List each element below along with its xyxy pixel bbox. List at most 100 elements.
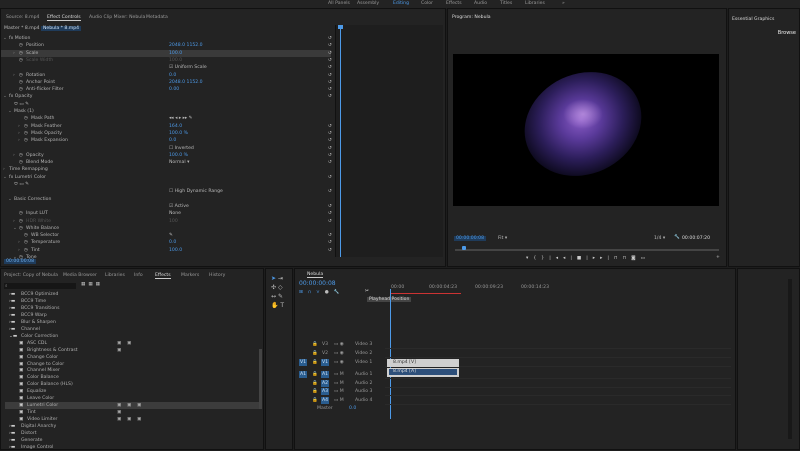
mute-icon[interactable]: ▭ M <box>334 371 344 379</box>
effect-list-item[interactable]: ▣ ASC CDL ▣ ▣ <box>5 340 260 347</box>
effect-list-item[interactable]: ›▬ BCC9 Optimized <box>5 291 260 298</box>
source-patch-a4[interactable] <box>299 397 307 404</box>
effect-list-item[interactable]: ›▬ BCC9 Transitions <box>5 305 260 312</box>
twirl-open-icon[interactable]: ⌄ <box>3 174 7 181</box>
workspace-tab-audio[interactable]: Audio <box>474 1 487 6</box>
timeline-timecode[interactable]: 00:00:00:08 <box>299 280 336 287</box>
track-target-a4[interactable]: A4 <box>321 396 329 404</box>
lock-icon[interactable]: 🔒 <box>312 371 318 379</box>
track-target-a2[interactable]: A2 <box>321 379 329 387</box>
eye-icon[interactable]: ▭ ◉ <box>334 341 344 349</box>
stopwatch-icon[interactable]: ◷ <box>24 247 28 254</box>
hand-icon[interactable]: ✋ <box>271 302 278 309</box>
timeline-track-v2[interactable]: 🔒 V2 ▭ ◉ Video 2 <box>299 350 733 358</box>
playhead-position-icon[interactable]: ✂ <box>365 289 369 294</box>
effect-property-row[interactable]: ⌄ fx Motion ↺ <box>1 35 332 42</box>
effect-list-item[interactable]: ▣ Video Limiter ▣ ▣ ▣ <box>5 416 260 423</box>
stopwatch-icon[interactable]: ◷ <box>19 72 23 79</box>
effect-property-row[interactable]: › ◷ Scale 100.0 ↺ <box>1 49 332 57</box>
lift-icon[interactable]: ⊓ <box>614 256 623 261</box>
property-value[interactable]: 100.0 <box>169 50 182 57</box>
mute-icon[interactable]: ▭ M <box>334 388 344 396</box>
effect-property-row[interactable]: ⌄ fx Opacity ↺ <box>1 93 332 100</box>
tools-icons[interactable]: ➤ ⇥ ✣ ◇ ↔ ✎ ✋ T <box>271 274 291 310</box>
effect-list-item[interactable]: ›▬ BCC9 Time <box>5 298 260 305</box>
reset-icon[interactable]: ↺ <box>328 93 332 100</box>
timeline-track-v3[interactable]: 🔒 V3 ▭ ◉ Video 3 <box>299 341 733 349</box>
ec-tab-3[interactable]: Metadata <box>146 15 168 20</box>
property-value[interactable]: 100.0 <box>169 57 182 64</box>
razor-icon[interactable]: ◇ <box>278 284 283 291</box>
add-button-icon[interactable]: + <box>716 255 720 260</box>
effect-property-row[interactable]: ◷ Blend Mode Normal ▾ ↺ <box>1 159 332 166</box>
stopwatch-icon[interactable]: ◷ <box>24 137 28 144</box>
mute-icon[interactable]: ▭ M <box>334 380 344 388</box>
property-value[interactable]: 100 <box>169 218 178 225</box>
effect-property-row[interactable]: › ◷ Mask Feather 164.0 ↺ <box>1 123 332 130</box>
effect-property-row[interactable]: › Time Remapping <box>1 166 331 173</box>
effect-property-row[interactable]: ◷ Scale Width 100.0 ↺ <box>1 57 332 64</box>
resolution-dropdown[interactable]: 1/4 ▾ <box>654 236 665 241</box>
twirl-open-icon[interactable]: ⌄ <box>8 196 12 203</box>
reset-icon[interactable]: ↺ <box>328 239 332 246</box>
stopwatch-icon[interactable]: ◷ <box>19 86 23 93</box>
program-scrubber[interactable] <box>455 249 719 251</box>
ec-tab-1[interactable]: Effect Controls <box>47 15 81 21</box>
workspace-tab-titles[interactable]: Titles <box>500 1 512 6</box>
effects-panel-tab-2[interactable]: Libraries <box>105 273 125 278</box>
workspace-tab-libraries[interactable]: Libraries <box>525 1 545 6</box>
property-value[interactable]: 100.0 <box>169 247 182 254</box>
effects-panel-tab-4[interactable]: Effects <box>155 273 171 279</box>
effect-list-item[interactable]: ›▬ BCC9 Warp <box>5 312 260 319</box>
effect-property-row[interactable]: ◷ Position 2048.0 1152.0 ↺ <box>1 42 332 49</box>
lock-icon[interactable]: 🔒 <box>312 359 318 367</box>
stopwatch-icon[interactable]: ◷ <box>19 210 23 217</box>
effect-property-row[interactable]: ◷ Anchor Point 2048.0 1152.0 ↺ <box>1 79 332 86</box>
timeline-track-a1[interactable]: A1 🔒 A1 ▭ M Audio 1 <box>299 371 733 379</box>
twirl-closed-icon[interactable]: › <box>13 50 15 57</box>
sequence-clip-label[interactable]: Nebula * 8.mp4 <box>41 26 82 31</box>
timeline-track-v1[interactable]: V1 🔒 V1 ▭ ◉ Video 1 <box>299 359 733 367</box>
fit-dropdown[interactable]: Fit ▾ <box>498 236 507 241</box>
go-to-out-icon[interactable]: ▸| <box>600 256 614 261</box>
reset-icon[interactable]: ↺ <box>328 72 332 79</box>
stopwatch-icon[interactable]: ◷ <box>19 152 23 159</box>
effect-property-row[interactable]: ☑ Uniform Scale ↺ <box>1 64 332 71</box>
ripple-edit-icon[interactable]: ✣ <box>271 284 276 291</box>
property-value[interactable]: 100.0 % <box>169 130 188 137</box>
go-to-in-icon[interactable]: |◂ <box>549 256 563 261</box>
source-patch-a1[interactable]: A1 <box>299 371 307 378</box>
effect-list-item[interactable]: ▣ Channel Mixer <box>5 367 260 374</box>
track-target-v2[interactable]: V2 <box>321 350 329 357</box>
effects-panel-tab-6[interactable]: History <box>209 273 225 278</box>
effect-property-row[interactable]: ☑ Active ↺ <box>1 203 332 210</box>
effect-property-row[interactable]: ◷ Anti-flicker Filter 0.00 ↺ <box>1 86 332 93</box>
workspace-tab-editing[interactable]: Editing <box>393 1 409 6</box>
timeline-tab-nebula[interactable]: Nebula <box>307 272 324 278</box>
reset-icon[interactable]: ↺ <box>328 123 332 130</box>
reset-icon[interactable]: ↺ <box>328 137 332 144</box>
effects-scrollbar[interactable] <box>259 349 262 409</box>
twirl-closed-icon[interactable]: › <box>3 166 5 173</box>
program-title[interactable]: Program: Nebula <box>452 15 491 20</box>
ec-playhead[interactable] <box>340 25 341 257</box>
reset-icon[interactable]: ↺ <box>328 35 332 42</box>
effect-property-row[interactable]: › ◷ Opacity 100.0 % ↺ <box>1 152 332 159</box>
stopwatch-icon[interactable]: ◷ <box>19 57 23 64</box>
effect-property-row[interactable]: ⌄ Mask (1) <box>1 108 331 115</box>
reset-icon[interactable]: ↺ <box>328 174 332 181</box>
lock-icon[interactable]: 🔒 <box>312 397 318 405</box>
stopwatch-icon[interactable]: ◷ <box>24 115 28 122</box>
mute-icon[interactable]: ▭ M <box>334 397 344 405</box>
eye-icon[interactable]: ▭ ◉ <box>334 350 344 358</box>
effect-property-row[interactable]: ⌄ Basic Correction <box>1 196 331 203</box>
stopwatch-icon[interactable]: ◷ <box>19 50 23 57</box>
property-value[interactable]: 2048.0 1152.0 <box>169 79 203 86</box>
stopwatch-icon[interactable]: ◷ <box>24 123 28 130</box>
stopwatch-icon[interactable]: ◷ <box>24 232 28 239</box>
twirl-closed-icon[interactable]: › <box>13 152 15 159</box>
eye-icon[interactable]: ▭ ◉ <box>334 359 344 367</box>
property-value[interactable]: 164.0 <box>169 123 182 130</box>
effect-list-item[interactable]: ▣ Change Color <box>5 354 260 361</box>
effect-list-item[interactable]: ›▬ Blur & Sharpen <box>5 319 260 326</box>
